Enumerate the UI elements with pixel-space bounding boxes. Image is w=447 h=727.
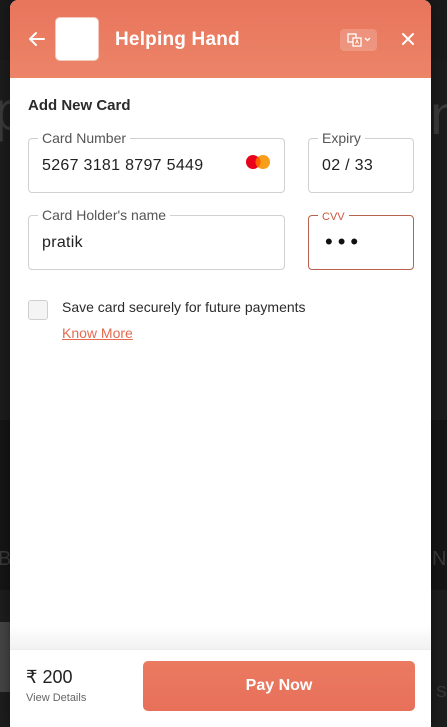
card-holder-value[interactable]: pratik: [42, 234, 83, 252]
payment-modal: Helping Hand Add New Card Card Number 52…: [10, 0, 431, 727]
pay-now-button[interactable]: Pay Now: [143, 661, 415, 711]
section-title: Add New Card: [28, 97, 131, 114]
footer-shadow: [10, 626, 431, 650]
merchant-title: Helping Hand: [115, 29, 240, 50]
view-details-link[interactable]: View Details: [26, 692, 86, 704]
background-text: n: [430, 83, 447, 146]
expiry-value[interactable]: 02 / 33: [322, 157, 373, 175]
expiry-field[interactable]: Expiry 02 / 33: [308, 130, 414, 193]
back-button[interactable]: [26, 28, 48, 50]
payment-footer: ₹ 200 View Details Pay Now: [10, 649, 431, 727]
expiry-label: Expiry: [318, 130, 365, 146]
cvv-label: CVV: [318, 209, 349, 225]
amount-total: ₹ 200: [26, 667, 73, 687]
card-number-field[interactable]: Card Number 5267 3181 8797 5449: [28, 130, 285, 193]
card-holder-label: Card Holder's name: [38, 207, 171, 223]
card-number-label: Card Number: [38, 130, 131, 146]
background-image: [0, 622, 10, 692]
card-number-value[interactable]: 5267 3181 8797 5449: [42, 157, 203, 175]
save-card-checkbox[interactable]: [28, 300, 48, 320]
language-button[interactable]: [340, 29, 377, 51]
close-icon: [402, 33, 414, 45]
merchant-logo: [55, 17, 99, 61]
modal-header: Helping Hand: [10, 0, 431, 78]
background-text: S: [436, 684, 447, 701]
card-holder-field[interactable]: Card Holder's name pratik: [28, 207, 285, 270]
arrow-left-icon: [29, 32, 45, 46]
save-card-label: Save card securely for future payments: [62, 299, 306, 315]
cvv-field[interactable]: CVV •••: [308, 209, 414, 270]
translate-icon: [347, 33, 371, 47]
know-more-link[interactable]: Know More: [62, 325, 133, 341]
close-button[interactable]: [399, 30, 417, 48]
mastercard-icon: [246, 155, 270, 169]
background-text: N: [432, 548, 447, 570]
cvv-value[interactable]: •••: [325, 229, 363, 255]
